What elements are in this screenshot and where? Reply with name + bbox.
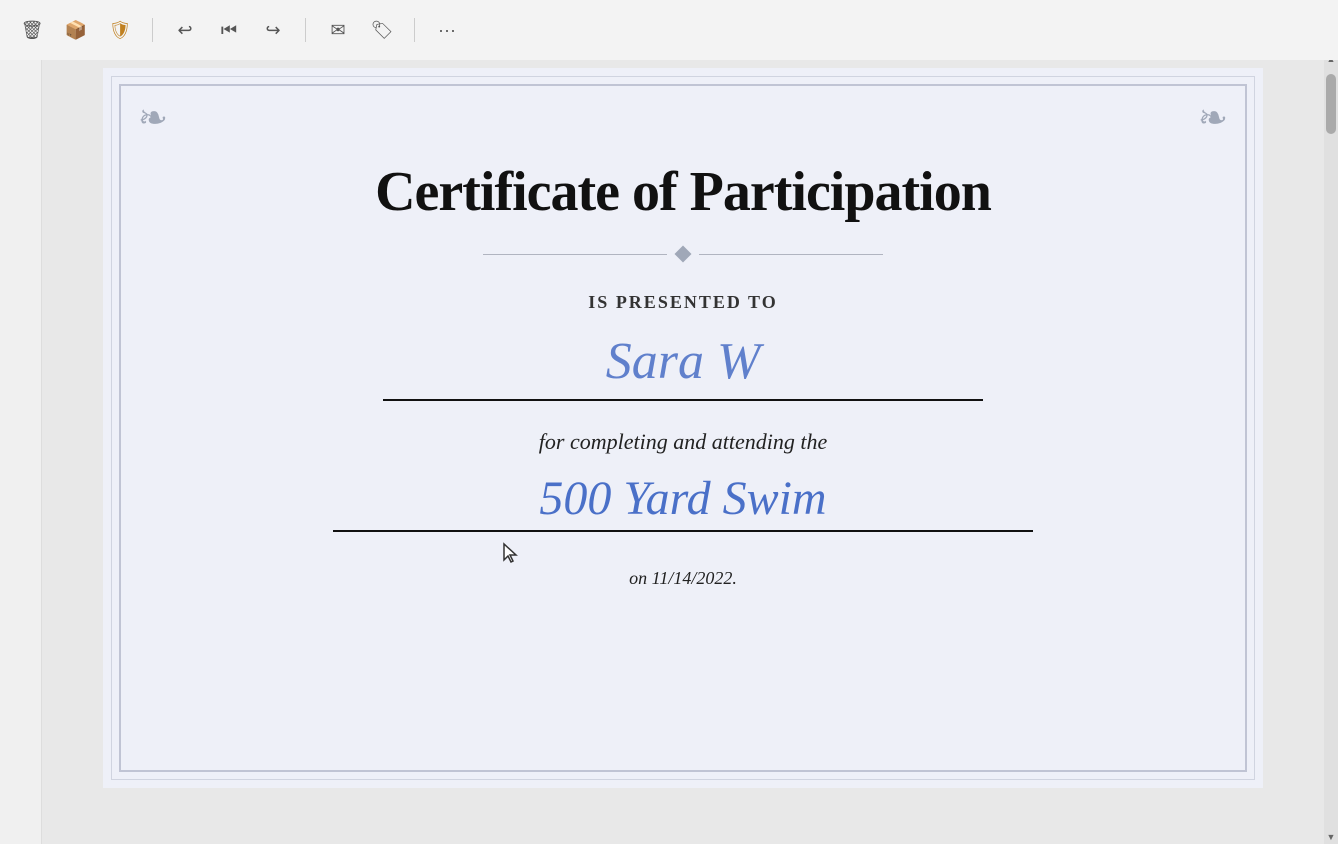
recipient-name-container: Sara W bbox=[383, 333, 983, 400]
pdf-modal: Sara W Fitness Cert.pdf ⬇ Download 🖨 Pri… bbox=[42, 0, 1338, 844]
modal-content: ❧ ❧ Certificate of Participation IS PRES… bbox=[42, 52, 1338, 844]
sidebar-background bbox=[0, 60, 42, 844]
certificate-page: ❧ ❧ Certificate of Participation IS PRES… bbox=[103, 68, 1263, 788]
course-name-container: 500 Yard Swim bbox=[333, 471, 1033, 532]
envelope-icon[interactable]: ✉ bbox=[322, 14, 354, 46]
undo-icon[interactable]: ↩ bbox=[169, 14, 201, 46]
modal-scrollbar[interactable]: ▲ ▼ bbox=[1324, 52, 1338, 844]
certificate-title: Certificate of Participation bbox=[375, 160, 991, 224]
certificate-date: on 11/14/2022. bbox=[629, 568, 737, 589]
shield-icon[interactable]: 🛡 bbox=[104, 14, 136, 46]
toolbar-separator-2 bbox=[305, 18, 306, 42]
more-icon[interactable]: ··· bbox=[431, 14, 463, 46]
tag-icon[interactable]: 🏷 bbox=[366, 14, 398, 46]
app-toolbar: 🗑 📦 🛡 ↩ ⏮ ↪ ✉ 🏷 ··· bbox=[0, 0, 1338, 60]
corner-ornament-top-right: ❧ bbox=[1183, 88, 1243, 148]
divider-diamond bbox=[675, 246, 692, 263]
archive-icon[interactable]: 📦 bbox=[60, 14, 92, 46]
redo-icon[interactable]: ↪ bbox=[257, 14, 289, 46]
presented-to-label: IS PRESENTED TO bbox=[588, 292, 777, 313]
recipient-name: Sara W bbox=[606, 333, 761, 394]
course-underline bbox=[333, 530, 1033, 532]
divider-line-left bbox=[483, 254, 667, 255]
divider-line-right bbox=[699, 254, 883, 255]
trash-icon[interactable]: 🗑 bbox=[16, 14, 48, 46]
scrollbar-arrow-down[interactable]: ▼ bbox=[1324, 830, 1338, 844]
toolbar-separator-3 bbox=[414, 18, 415, 42]
for-completing-text: for completing and attending the bbox=[539, 429, 827, 455]
toolbar-separator-1 bbox=[152, 18, 153, 42]
certificate-divider bbox=[483, 248, 883, 260]
undo-all-icon[interactable]: ⏮ bbox=[213, 14, 245, 46]
name-underline bbox=[383, 399, 983, 401]
scrollbar-thumb[interactable] bbox=[1326, 74, 1336, 134]
course-name: 500 Yard Swim bbox=[539, 471, 826, 526]
corner-ornament-top-left: ❧ bbox=[123, 88, 183, 148]
